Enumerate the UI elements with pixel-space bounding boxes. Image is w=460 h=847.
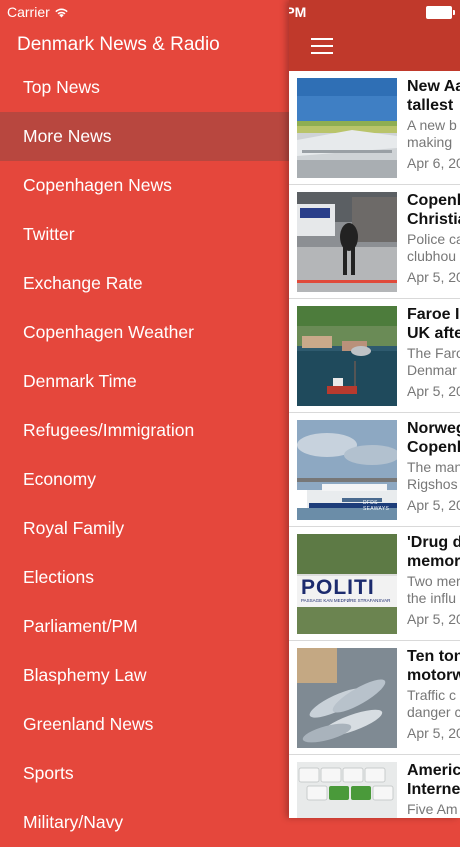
menu-item-label: More News — [23, 126, 112, 146]
content-panel: 12:56 PM New Aatallest A new b — [289, 0, 460, 818]
article-snippet: A new b making — [407, 117, 457, 150]
menu-item-greenland-news[interactable]: Greenland News — [0, 700, 289, 749]
menu-item-label: Economy — [23, 469, 96, 489]
menu-item-label: Exchange Rate — [23, 273, 143, 293]
article-thumbnail — [297, 762, 397, 818]
menu-item-label: Military/Navy — [23, 812, 124, 832]
article-snippet: The man Rigshos — [407, 459, 460, 492]
menu-item-twitter[interactable]: Twitter — [0, 210, 289, 259]
thumb-politi-text: POLITI — [301, 576, 375, 599]
article-row[interactable]: Americ Interne Five Am — [289, 755, 460, 818]
article-snippet: The Faro Denmar — [407, 345, 460, 378]
article-thumbnail: DFDS SEAWAYS — [297, 420, 397, 520]
article-snippet: Traffic c danger c — [407, 687, 460, 720]
menu-item-refugees-immigration[interactable]: Refugees/Immigration — [0, 406, 289, 455]
menu-item-copenhagen-news[interactable]: Copenhagen News — [0, 161, 289, 210]
article-thumbnail — [297, 648, 397, 748]
article-thumbnail: POLITI PASSAGE KAN MEDFØRE STRAFANSVAR — [297, 534, 397, 634]
menu-item-elections[interactable]: Elections — [0, 553, 289, 602]
article-row[interactable]: POLITI PASSAGE KAN MEDFØRE STRAFANSVAR '… — [289, 527, 460, 641]
article-date: Apr 5, 20 — [407, 725, 460, 741]
menu-item-label: Greenland News — [23, 714, 154, 734]
battery-icon — [426, 6, 455, 19]
article-headline: NorwegCopenh — [407, 420, 460, 456]
menu-item-royal-family[interactable]: Royal Family — [0, 504, 289, 553]
menu-item-label: Top News — [23, 77, 100, 97]
wifi-icon — [55, 8, 68, 17]
menu-item-label: Copenhagen Weather — [23, 322, 194, 342]
article-date: Apr 5, 20 — [407, 269, 460, 285]
app-title: Denmark News & Radio — [17, 34, 220, 55]
menu-item-copenhagen-weather[interactable]: Copenhagen Weather — [0, 308, 289, 357]
carrier-label: Carrier — [7, 4, 50, 20]
article-thumbnail — [297, 192, 397, 292]
menu-item-military-navy[interactable]: Military/Navy — [0, 798, 289, 847]
menu-item-exchange-rate[interactable]: Exchange Rate — [0, 259, 289, 308]
menu-item-top-news[interactable]: Top News — [0, 63, 289, 112]
article-thumbnail — [297, 306, 397, 406]
menu-item-economy[interactable]: Economy — [0, 455, 289, 504]
thumb-politi-subtext: PASSAGE KAN MEDFØRE STRAFANSVAR — [301, 598, 391, 603]
article-headline: Americ Interne — [407, 762, 460, 798]
article-headline: 'Drug d memor — [407, 534, 460, 570]
article-row[interactable]: CopenhChristia Police caclubhou Apr 5, 2… — [289, 185, 460, 299]
article-row[interactable]: DFDS SEAWAYS NorwegCopenh The manRigshos… — [289, 413, 460, 527]
menu-item-label: Blasphemy Law — [23, 665, 147, 685]
menu-item-label: Sports — [23, 763, 74, 783]
article-headline: New Aa tallest — [407, 78, 460, 114]
article-headline: Ten ton motorw — [407, 648, 460, 684]
nav-bar: 12:56 PM — [289, 0, 460, 71]
article-date: Apr 5, 20 — [407, 383, 460, 399]
article-headline: CopenhChristia — [407, 192, 460, 228]
menu-item-label: Twitter — [23, 224, 75, 244]
menu-item-denmark-time[interactable]: Denmark Time — [0, 357, 289, 406]
menu-list: Top News More News Copenhagen News Twitt… — [0, 63, 289, 847]
article-date: Apr 6, 20 — [407, 155, 460, 171]
menu-item-label: Refugees/Immigration — [23, 420, 195, 440]
article-snippet: Five Am — [407, 801, 458, 817]
menu-item-label: Parliament/PM — [23, 616, 138, 636]
article-headline: Faroe I UK afte — [407, 306, 460, 342]
article-row[interactable]: Ten ton motorw Traffic c danger c Apr 5, 2… — [289, 641, 460, 755]
menu-item-more-news[interactable]: More News — [0, 112, 289, 161]
status-time: 12:56 PM — [289, 4, 307, 20]
hamburger-menu-icon[interactable] — [311, 38, 333, 54]
article-list: New Aatallest A new bmaking Apr 6, 20 — [289, 71, 460, 818]
menu-item-label: Denmark Time — [23, 371, 137, 391]
menu-item-label: Royal Family — [23, 518, 125, 538]
menu-item-parliament-pm[interactable]: Parliament/PM — [0, 602, 289, 651]
menu-item-sports[interactable]: Sports — [0, 749, 289, 798]
article-row[interactable]: New Aa tallest A new b making Apr 6, 20 — [289, 71, 460, 185]
article-date: Apr 5, 20 — [407, 611, 460, 627]
article-snippet: Police ca clubhou — [407, 231, 460, 264]
article-snippet: Two mer the influ — [407, 573, 460, 606]
menu-item-label: Elections — [23, 567, 95, 587]
thumb-ship-text: DFDS SEAWAYS — [363, 500, 390, 512]
status-carrier: Carrier — [7, 4, 69, 20]
side-drawer: Carrier Denmark News & Radio Top News Mo… — [0, 0, 289, 832]
menu-item-label: Copenhagen News — [23, 175, 172, 195]
article-date: Apr 5, 20 — [407, 497, 460, 513]
article-row[interactable]: Faroe I UK afte The Faro Denmar Apr 5, 20 — [289, 299, 460, 413]
article-thumbnail — [297, 78, 397, 178]
menu-item-blasphemy-law[interactable]: Blasphemy Law — [0, 651, 289, 700]
